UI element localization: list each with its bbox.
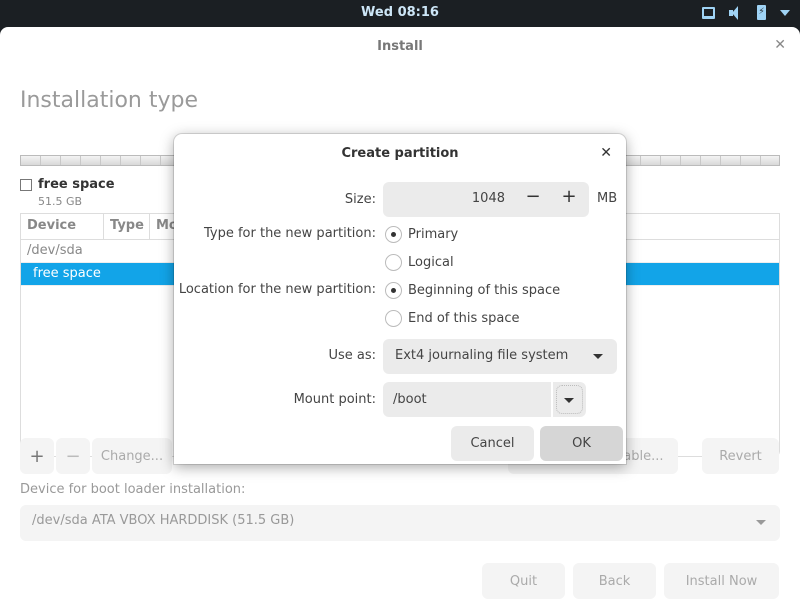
change-partition-button[interactable]: Change... xyxy=(92,438,172,474)
radio-logical-label: Logical xyxy=(408,255,454,270)
use-as-label: Use as: xyxy=(328,348,376,363)
quit-button[interactable]: Quit xyxy=(482,563,565,599)
legend-name: free space xyxy=(38,177,115,192)
decrement-button[interactable]: − xyxy=(523,186,543,207)
radio-end-label: End of this space xyxy=(408,311,520,326)
type-label: Type for the new partition: xyxy=(203,226,376,241)
radio-primary[interactable]: Primary xyxy=(385,226,458,243)
radio-primary-label: Primary xyxy=(408,227,459,242)
mount-point-label: Mount point: xyxy=(293,392,376,407)
close-icon[interactable]: ✕ xyxy=(774,37,786,53)
screen-icon[interactable] xyxy=(702,6,715,19)
back-button[interactable]: Back xyxy=(573,563,656,599)
bootloader-label: Device for boot loader installation: xyxy=(20,482,246,497)
chevron-down-icon xyxy=(756,520,766,525)
volume-icon[interactable] xyxy=(729,5,743,20)
column-header-device[interactable]: Device xyxy=(21,214,104,239)
use-as-select[interactable]: Ext4 journaling file system xyxy=(383,339,617,374)
remove-partition-button[interactable]: − xyxy=(56,438,90,474)
battery-icon[interactable]: ⚡ xyxy=(757,5,766,20)
menu-caret-icon[interactable] xyxy=(780,9,790,16)
legend-size: 51.5 GB xyxy=(38,195,83,208)
top-bar: Wed 08:16 ⚡ xyxy=(0,0,800,27)
size-unit: MB xyxy=(597,191,618,206)
install-now-button[interactable]: Install Now xyxy=(664,563,779,599)
chevron-down-icon xyxy=(593,354,603,359)
location-label: Location for the new partition: xyxy=(178,282,376,297)
dialog-title: Create partition xyxy=(341,146,459,161)
mount-point-dropdown-button[interactable] xyxy=(553,382,586,417)
chevron-down-icon xyxy=(564,398,574,403)
radio-end[interactable]: End of this space xyxy=(385,310,520,327)
clock[interactable]: Wed 08:16 xyxy=(0,5,800,20)
page-title: Installation type xyxy=(20,88,198,113)
add-partition-button[interactable]: + xyxy=(20,438,54,474)
legend-color-swatch xyxy=(20,179,32,191)
bootloader-select[interactable]: /dev/sda ATA VBOX HARDDISK (51.5 GB) xyxy=(20,505,780,541)
radio-unchecked-icon[interactable] xyxy=(385,254,402,271)
use-as-value: Ext4 journaling file system xyxy=(395,348,569,363)
radio-checked-icon[interactable] xyxy=(385,282,402,299)
radio-beginning-label: Beginning of this space xyxy=(408,283,561,298)
size-input[interactable]: 1048 xyxy=(472,191,505,206)
window-title: Install xyxy=(377,39,423,54)
mount-point-input[interactable] xyxy=(383,382,551,417)
create-partition-dialog: Create partition ✕ Size: 1048 − + MB Typ… xyxy=(174,134,626,464)
partition-toolbar: + − Change... xyxy=(20,438,172,474)
close-icon[interactable]: ✕ xyxy=(600,145,612,161)
revert-button[interactable]: Revert xyxy=(702,438,779,474)
radio-checked-icon[interactable] xyxy=(385,226,402,243)
radio-unchecked-icon[interactable] xyxy=(385,310,402,327)
column-header-type[interactable]: Type xyxy=(104,214,150,239)
increment-button[interactable]: + xyxy=(559,186,579,207)
size-label: Size: xyxy=(344,192,376,207)
ok-button[interactable]: OK xyxy=(540,426,623,461)
radio-logical[interactable]: Logical xyxy=(385,254,454,271)
system-tray[interactable]: ⚡ xyxy=(702,5,790,20)
radio-beginning[interactable]: Beginning of this space xyxy=(385,282,560,299)
cancel-button[interactable]: Cancel xyxy=(451,426,534,461)
bootloader-value: /dev/sda ATA VBOX HARDDISK (51.5 GB) xyxy=(32,513,295,528)
size-spinbox[interactable]: 1048 − + xyxy=(383,182,589,217)
